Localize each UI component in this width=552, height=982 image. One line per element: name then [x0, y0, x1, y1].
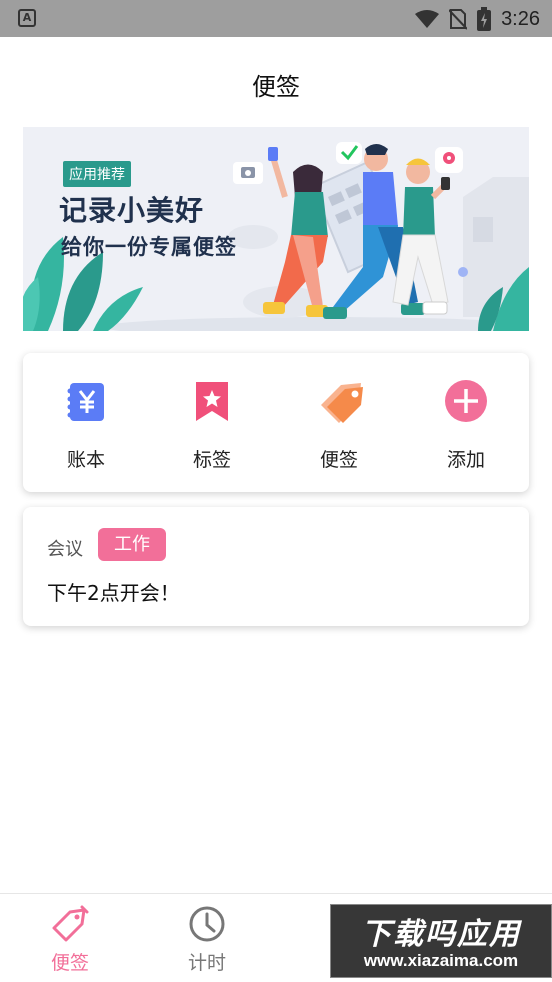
- quick-actions-card: 账本 标签 便签 添加: [23, 353, 529, 492]
- wifi-icon: [415, 10, 440, 28]
- tab-timer[interactable]: 计时: [157, 904, 257, 975]
- ledger-label: 账本: [66, 449, 105, 471]
- bookmark-button[interactable]: 标签: [152, 379, 272, 472]
- note-category: 会议: [47, 539, 83, 560]
- tab-timer-label: 计时: [187, 952, 226, 974]
- watermark: 下载吗应用 www.xiazaima.com: [330, 904, 552, 978]
- status-icons: 3:26: [415, 5, 540, 33]
- banner-tag: 应用推荐: [63, 161, 131, 187]
- add-button[interactable]: 添加: [406, 379, 526, 472]
- watermark-line2: www.xiazaima.com: [363, 951, 519, 970]
- banner-headline: 记录小美好: [59, 194, 205, 227]
- battery-charging-icon: [477, 7, 492, 31]
- banner-subline: 给你一份专属便签: [61, 235, 237, 259]
- bookmark-icon: [190, 379, 234, 423]
- note-badge: 工作: [98, 528, 166, 561]
- tab-notes-label: 便签: [50, 952, 89, 974]
- watermark-line1: 下载吗应用: [361, 917, 521, 952]
- notes-button[interactable]: 便签: [279, 379, 399, 472]
- ledger-button[interactable]: 账本: [26, 379, 146, 472]
- clock-icon: [187, 904, 227, 944]
- bookmark-label: 标签: [192, 449, 231, 471]
- page-title: 便签: [252, 73, 300, 101]
- tab-notes[interactable]: 便签: [20, 904, 120, 975]
- note-tag-icon: [50, 904, 90, 944]
- status-bar: A 3:26: [0, 0, 552, 37]
- note-content: 下午2点开会！: [47, 581, 180, 605]
- promo-banner[interactable]: 应用推荐 记录小美好 给你一份专属便签: [23, 127, 529, 331]
- notes-label: 便签: [319, 449, 358, 471]
- add-label: 添加: [446, 449, 485, 471]
- ledger-icon: [64, 379, 108, 423]
- app-notification-icon: A: [18, 9, 36, 27]
- note-card[interactable]: 会议 工作 下午2点开会！: [23, 507, 529, 626]
- banner-illustration: [23, 142, 529, 331]
- no-sim-icon: [449, 9, 468, 30]
- add-icon: [444, 379, 488, 423]
- tag-icon: [317, 379, 363, 423]
- title-bar: 便签: [0, 37, 552, 127]
- clock-time: 3:26: [501, 7, 540, 30]
